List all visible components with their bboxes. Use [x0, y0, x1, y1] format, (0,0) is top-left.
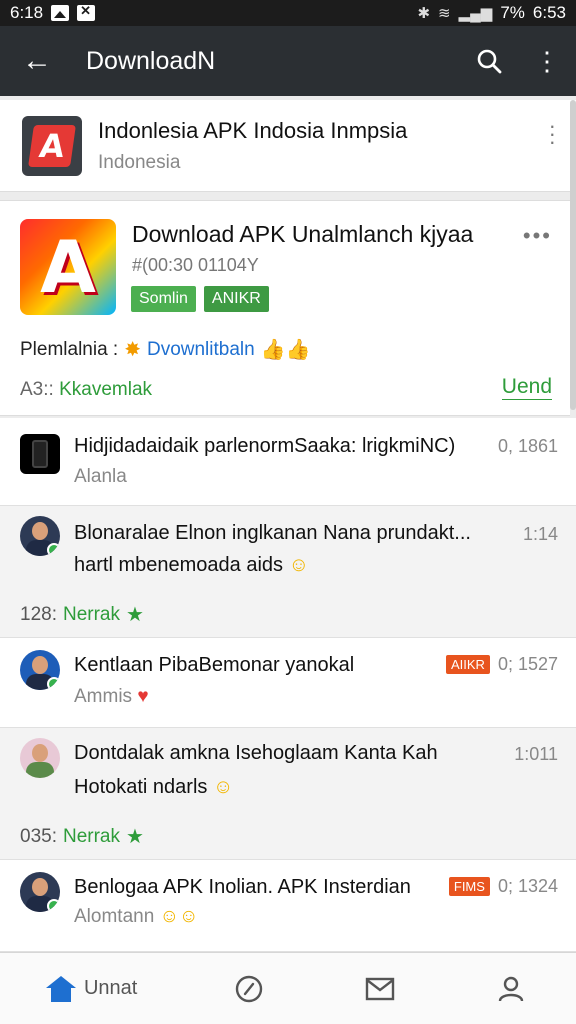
list-item[interactable]: Blonaralae Elnon inglkanan Nana prundakt…: [0, 506, 576, 638]
list-item-title: Blonaralae Elnon inglkanan Nana prundakt…: [74, 522, 471, 544]
list-item[interactable]: Benlogaa APK Inolian. APK Insterdian Alo…: [0, 860, 576, 952]
list-item-meta: 0; 1527: [497, 654, 558, 674]
signal-icon: ▂▄▆: [458, 5, 493, 22]
list-item[interactable]: Hidjidadaidaik parlenormSaaka: lrigkmiNC…: [0, 418, 576, 506]
list-item-subtitle-wrap: Ammis ♥: [74, 686, 149, 708]
heart-icon: ♥: [137, 686, 149, 707]
list-item-body: hartl mbenemoada aids ☺: [74, 554, 309, 577]
status-bar: 6:18 ✱ ≋ ▂▄▆ 7% 6:53: [0, 0, 576, 26]
main-foot-number: A3::: [20, 379, 54, 400]
nav-explore[interactable]: [183, 953, 314, 1024]
star-icon[interactable]: ★: [126, 824, 144, 849]
avatar: [20, 650, 60, 690]
bottom-nav: Unnat: [0, 952, 576, 1024]
list-item-subtitle: Ammis: [74, 686, 133, 707]
more-vert-icon[interactable]: ⋮: [518, 26, 576, 96]
nav-messages[interactable]: [314, 953, 445, 1024]
nav-home-label: Unnat: [83, 977, 138, 999]
list-item-body-text: hartl mbenemoada aids: [74, 554, 284, 576]
header-title: Indonlesia APK Indosia Inmpsia: [98, 117, 408, 143]
image-notification-icon: [51, 5, 70, 21]
list-item[interactable]: Kentlaan PibaBemonar yanokal Ammis ♥ AII…: [0, 638, 576, 728]
emoji-icon: ☺☺: [159, 906, 199, 927]
list-item[interactable]: Dontdalak amkna Isehoglaam Kanta Kah Hot…: [0, 728, 576, 860]
list-item-meta: 0; 1324: [497, 876, 558, 896]
list-item-count: 035:: [20, 825, 57, 847]
list-item-subtitle: Alomtann: [74, 906, 155, 927]
main-card-id: #(00:30 01104Y: [132, 255, 259, 275]
phone-icon: [20, 434, 60, 474]
status-time-right: 6:53: [532, 3, 566, 22]
arrow-left-icon[interactable]: ←: [0, 26, 74, 96]
list-item-title: Dontdalak amkna Isehoglaam Kanta Kah: [74, 742, 438, 764]
app-bar: ← DownloadN ⋮: [0, 26, 576, 96]
scrollbar[interactable]: [570, 100, 576, 410]
app-logo-icon: A: [22, 115, 82, 176]
list-item-status: Nerrak: [62, 825, 120, 847]
avatar: [20, 872, 60, 912]
status-time-left: 6:18: [10, 3, 44, 22]
list-item-body-text: Hotokati ndarls: [74, 776, 208, 798]
list-item-subtitle: Alanla: [74, 466, 127, 487]
header-card[interactable]: A Indonlesia APK Indosia Inmpsia Indones…: [0, 100, 576, 192]
status-badge: AIIKR: [445, 655, 490, 674]
main-foot-text: Kkavemlak: [59, 379, 153, 400]
bluetooth-icon: ✱: [417, 5, 431, 22]
person-icon: [498, 976, 523, 1001]
send-link[interactable]: Uend: [501, 375, 552, 400]
avatar: [20, 516, 60, 556]
list-item-count: 128:: [20, 603, 57, 625]
list-item-title: Kentlaan PibaBemonar yanokal: [74, 654, 355, 676]
list-item-subtitle-wrap: Alomtann ☺☺: [74, 906, 198, 928]
list-item-title: Hidjidadaidaik parlenormSaaka: lrigkmiNC…: [74, 435, 456, 457]
tag-chip[interactable]: ANIKR: [203, 286, 269, 312]
list-item-body: Hotokati ndarls ☺: [74, 776, 233, 799]
thumbs-up-icon: 👍👍: [260, 339, 311, 361]
app-logo-large-icon: A: [20, 219, 116, 315]
main-card-title: Download APK Unalmlanch kjyaa: [132, 221, 474, 247]
tag-chip[interactable]: Somlin: [131, 286, 196, 312]
emoji-icon: ☺: [288, 554, 309, 576]
close-notification-icon: [77, 3, 96, 21]
status-badge: FIMS: [448, 877, 490, 896]
wifi-icon: ≋: [438, 5, 451, 22]
nav-home[interactable]: Unnat: [0, 953, 183, 1024]
emoji-icon: ☺: [212, 776, 234, 798]
mail-icon: [365, 977, 394, 1000]
star-icon[interactable]: ★: [126, 602, 144, 627]
page-title: DownloadN: [86, 46, 216, 75]
main-card[interactable]: A Download APK Unalmlanch kjyaa ••• #(00…: [0, 200, 570, 416]
avatar: [20, 738, 60, 778]
home-icon: [45, 975, 76, 1002]
nav-profile[interactable]: [445, 953, 576, 1024]
list-item-meta: 1:011: [514, 744, 558, 764]
list-item-meta: 0, 1861: [497, 436, 558, 456]
compass-icon: [235, 975, 262, 1002]
star-burst-icon: ✸: [124, 339, 141, 361]
header-subtitle: Indonesia: [98, 151, 181, 173]
more-horiz-icon[interactable]: •••: [523, 223, 552, 249]
promo-link[interactable]: Dvownlitbaln: [147, 339, 255, 361]
search-icon[interactable]: [460, 26, 518, 96]
list-item-meta: 1:14: [522, 524, 558, 544]
list-item-status: Nerrak: [62, 603, 120, 625]
battery-level: 7%: [500, 3, 525, 22]
promo-label: Plemlalnia :: [20, 338, 119, 360]
more-vert-icon[interactable]: · · ·: [549, 115, 556, 153]
list-item-title: Benlogaa APK Inolian. APK Insterdian: [74, 876, 411, 898]
